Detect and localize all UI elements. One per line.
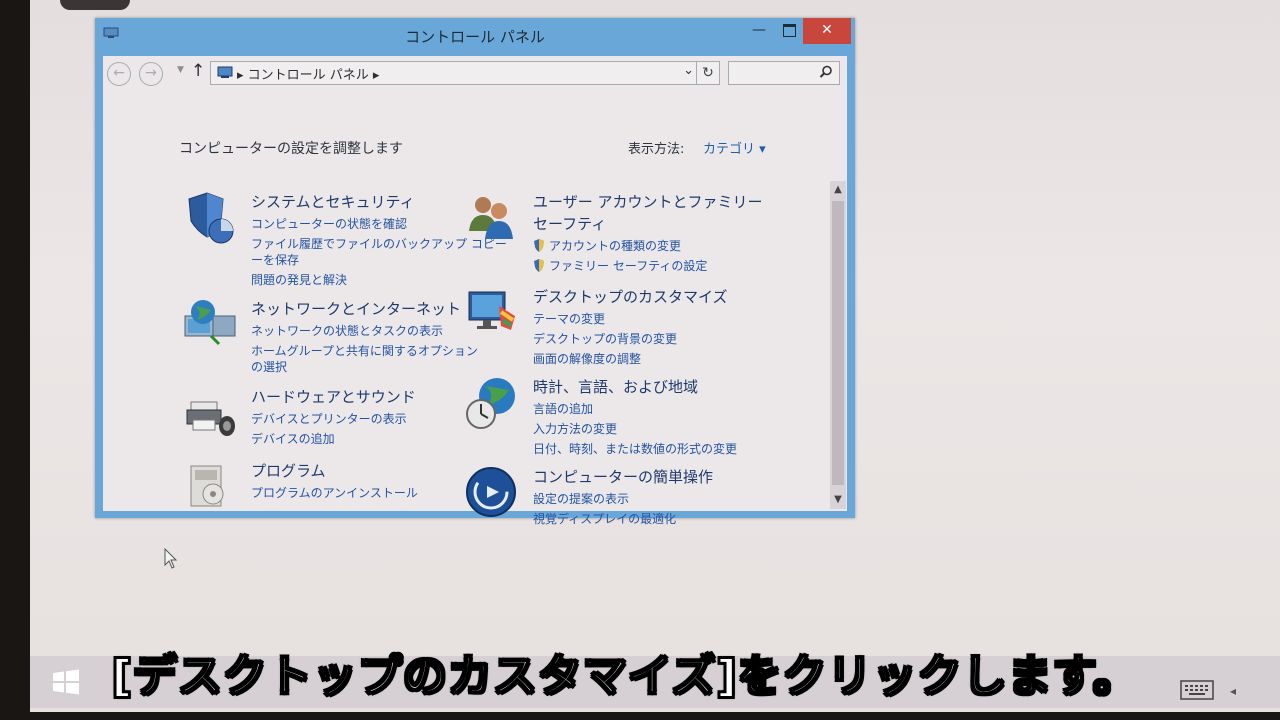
category-links: 言語の追加 入力方法の変更 日付、時刻、または数値の形式の変更: [533, 399, 737, 459]
uac-shield-icon: [534, 239, 544, 252]
view-by-label: 表示方法:: [628, 142, 685, 157]
programs-icon: [190, 465, 224, 507]
link[interactable]: 入力方法の変更: [533, 419, 737, 439]
category-title-line2[interactable]: セーフティ: [533, 213, 606, 235]
category-title[interactable]: 時計、言語、および地域: [533, 376, 698, 398]
scroll-down-button[interactable]: ▼: [830, 491, 846, 509]
scroll-thumb[interactable]: [832, 201, 844, 485]
video-caption: [デスクトップのカスタマイズ]をクリックします。: [111, 650, 1139, 703]
view-by-dropdown[interactable]: カテゴリ ▾: [703, 138, 766, 157]
link[interactable]: 視覚ディスプレイの最適化: [533, 509, 676, 529]
search-icon: [819, 65, 832, 78]
mouse-cursor-icon: [164, 548, 178, 569]
link[interactable]: デバイスの追加: [251, 429, 407, 449]
link-text: ファミリー セーフティの設定: [549, 259, 708, 273]
category-title[interactable]: プログラム: [251, 460, 326, 482]
link-with-shield[interactable]: ファミリー セーフティの設定: [533, 256, 707, 276]
up-button[interactable]: ↑: [191, 61, 205, 81]
link[interactable]: プログラムのアンインストール: [251, 483, 418, 503]
link-text: アカウントの種類の変更: [549, 239, 682, 253]
desktop-customize-icon: [468, 291, 515, 330]
printer-icon: [186, 401, 235, 436]
control-panel-icon: [217, 66, 233, 78]
link[interactable]: 設定の提案の表示: [533, 489, 676, 509]
clock-globe-icon: [466, 378, 515, 429]
category-title[interactable]: コンピューターの簡単操作: [533, 466, 713, 488]
scroll-up-button[interactable]: ▲: [830, 181, 846, 199]
navigation-bar: ← → ▼ ↑ ▸ コントロール パネル ▸ ⌄ ↻: [103, 56, 847, 90]
category-links: アカウントの種類の変更 ファミリー セーフティの設定: [533, 236, 707, 276]
maximize-button[interactable]: [775, 18, 803, 44]
bezel: [60, 0, 130, 10]
link[interactable]: 日付、時刻、または数値の形式の変更: [533, 439, 737, 459]
uac-shield-icon: [534, 259, 544, 272]
vertical-scrollbar[interactable]: ▲ ▼: [830, 181, 846, 509]
address-path: ▸ コントロール パネル ▸: [237, 68, 380, 83]
network-globe-icon: [184, 300, 236, 346]
category-title[interactable]: システムとセキュリティ: [251, 191, 415, 213]
maximize-icon: [782, 23, 796, 37]
link[interactable]: 言語の追加: [533, 399, 737, 419]
category-links: 設定の提案の表示 視覚ディスプレイの最適化: [533, 489, 676, 529]
link[interactable]: デバイスとプリンターの表示: [251, 409, 407, 429]
ease-of-access-icon: [466, 467, 516, 517]
link[interactable]: テーマの変更: [533, 309, 677, 329]
control-panel-window: コントロール パネル — ✕ ← → ▼ ↑ ▸ コントロール パネル ▸ ⌄ …: [95, 18, 855, 526]
window-title: コントロール パネル: [405, 28, 545, 46]
link[interactable]: デスクトップの背景の変更: [533, 329, 677, 349]
forward-button[interactable]: →: [139, 62, 163, 86]
category-title[interactable]: ハードウェアとサウンド: [251, 386, 416, 408]
close-button[interactable]: ✕: [803, 18, 851, 44]
recent-pages-dropdown[interactable]: ▼: [177, 65, 184, 75]
shield-icon: [188, 192, 234, 244]
category-links: テーマの変更 デスクトップの背景の変更 画面の解像度の調整: [533, 309, 677, 369]
search-input[interactable]: [728, 61, 840, 85]
back-button[interactable]: ←: [107, 62, 131, 86]
minimize-button[interactable]: —: [745, 18, 773, 44]
refresh-button[interactable]: ↻: [696, 61, 720, 85]
users-icon: [469, 197, 513, 239]
window-content: ← → ▼ ↑ ▸ コントロール パネル ▸ ⌄ ↻ コンピューターの設定を調整…: [103, 56, 847, 526]
category-links: デバイスとプリンターの表示 デバイスの追加: [251, 409, 407, 449]
category-title[interactable]: ユーザー アカウントとファミリー: [533, 191, 762, 213]
category-title[interactable]: デスクトップのカスタマイズ: [533, 286, 728, 308]
link-with-shield[interactable]: アカウントの種類の変更: [533, 236, 707, 256]
address-bar[interactable]: ▸ コントロール パネル ▸ ⌄: [210, 61, 697, 85]
category-title[interactable]: ネットワークとインターネット: [251, 298, 461, 320]
chevron-down-icon[interactable]: ⌄: [683, 63, 694, 78]
link[interactable]: 画面の解像度の調整: [533, 349, 677, 369]
category-links: ネットワークの状態とタスクの表示 ホームグループと共有に関するオプション の選択: [251, 321, 478, 377]
category-links: プログラムのアンインストール: [251, 483, 418, 503]
page-heading: コンピューターの設定を調整します: [179, 141, 403, 157]
link[interactable]: ネットワークの状態とタスクの表示: [251, 321, 478, 341]
